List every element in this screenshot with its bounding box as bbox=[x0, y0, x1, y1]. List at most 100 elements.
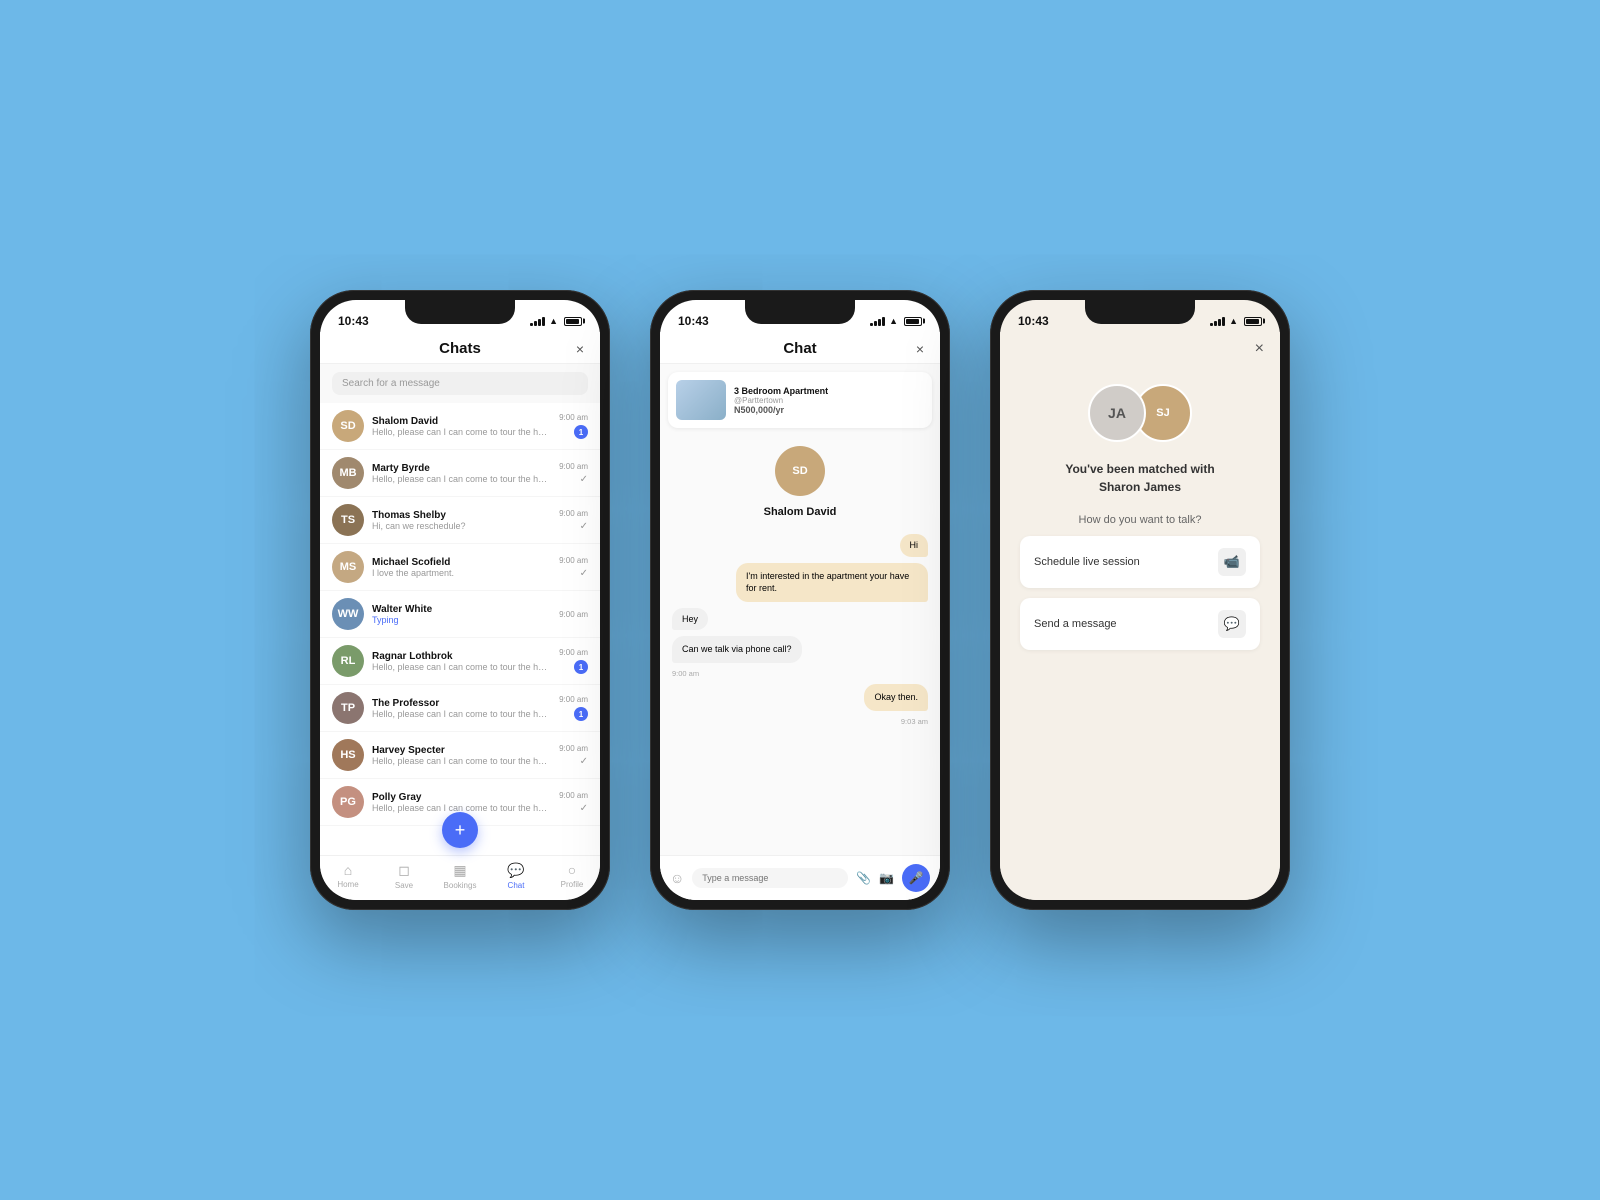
match-header: × bbox=[1000, 332, 1280, 364]
chat-item[interactable]: SDShalom DavidHello, please can I can co… bbox=[320, 403, 600, 450]
chats-title: Chats bbox=[439, 340, 481, 357]
status-icons-3: ▲ bbox=[1210, 316, 1262, 326]
attach-icon[interactable]: 📎 bbox=[856, 871, 871, 885]
chat-item[interactable]: MBMarty ByrdeHello, please can I can com… bbox=[320, 450, 600, 497]
chat-item[interactable]: TPThe ProfessorHello, please can I can c… bbox=[320, 685, 600, 732]
chat-item[interactable]: HS Harvey SpecterHello, please can I can … bbox=[320, 732, 600, 779]
chat-name: Marty Byrde bbox=[372, 463, 551, 474]
nav-bookings[interactable]: ▦ Bookings bbox=[432, 862, 488, 890]
chats-close-button[interactable]: × bbox=[576, 341, 584, 357]
chat-preview: Hello, please can I can come to tour the… bbox=[372, 709, 551, 719]
property-sub: @Parttertown bbox=[734, 396, 828, 405]
unread-badge: 1 bbox=[574, 660, 588, 674]
emoji-icon[interactable]: ☺ bbox=[670, 870, 684, 886]
notch1 bbox=[405, 300, 515, 324]
message-time: 9:03 am bbox=[901, 717, 928, 726]
nav-profile[interactable]: ○ Profile bbox=[544, 862, 600, 890]
chat-meta: 9:00 am✓ bbox=[559, 509, 588, 532]
message-input[interactable] bbox=[692, 868, 848, 888]
chat-meta: 9:00 am ✓ bbox=[559, 791, 588, 814]
phone3-screen: 10:43 ▲ × JA bbox=[1000, 300, 1280, 900]
chat-name: Harvey Specter bbox=[372, 745, 551, 756]
chat-meta: 9:00 am✓ bbox=[559, 462, 588, 485]
home-icon: ⌂ bbox=[344, 862, 352, 878]
chats-header: Chats × bbox=[320, 332, 600, 364]
phone1-screen: 10:43 ▲ Chats × Search for a message bbox=[320, 300, 600, 900]
chat-item[interactable]: MSMichael ScofieldI love the apartment.9… bbox=[320, 544, 600, 591]
contact-name: Shalom David bbox=[764, 506, 837, 518]
chat-item[interactable]: TSThomas ShelbyHi, can we reschedule?9:0… bbox=[320, 497, 600, 544]
camera-icon[interactable]: 📷 bbox=[879, 871, 894, 885]
chat-preview: Hello, please can I can come to tour the… bbox=[372, 427, 551, 437]
nav-save-label: Save bbox=[395, 881, 413, 890]
chat-avatar: TS bbox=[332, 504, 364, 536]
schedule-session-card[interactable]: Schedule live session 📹 bbox=[1020, 536, 1260, 588]
property-info: 3 Bedroom Apartment @Parttertown N500,00… bbox=[734, 386, 828, 415]
match-line1: You've been matched with bbox=[1065, 462, 1214, 476]
match-line2: Sharon James bbox=[1099, 480, 1181, 494]
voice-button[interactable]: 🎤 bbox=[902, 864, 930, 892]
chat-preview: Typing bbox=[372, 615, 551, 625]
signal-icon-2 bbox=[870, 317, 885, 326]
status-icons-2: ▲ bbox=[870, 316, 922, 326]
chat-time: 9:00 am bbox=[559, 744, 588, 753]
chat-name: Shalom David bbox=[372, 416, 551, 427]
nav-home-label: Home bbox=[337, 880, 358, 889]
user2-initials: SJ bbox=[1156, 407, 1169, 419]
chat-meta: 9:00 am1 bbox=[559, 648, 588, 674]
property-card[interactable]: 3 Bedroom Apartment @Parttertown N500,00… bbox=[668, 372, 932, 428]
status-time-2: 10:43 bbox=[678, 314, 709, 328]
read-check: ✓ bbox=[580, 521, 588, 532]
nav-save[interactable]: ◻ Save bbox=[376, 862, 432, 890]
chat-input-bar: ☺ 📎 📷 🎤 bbox=[660, 855, 940, 900]
chat-item[interactable]: WWWalter WhiteTyping9:00 am bbox=[320, 591, 600, 638]
message-item: Hey bbox=[672, 608, 708, 631]
nav-chat[interactable]: 💬 Chat bbox=[488, 862, 544, 890]
contact-initials: SD bbox=[792, 465, 807, 477]
chat-info: Ragnar LothbrokHello, please can I can c… bbox=[372, 651, 551, 672]
match-avatars: JA SJ bbox=[1088, 384, 1192, 442]
wifi-icon-3: ▲ bbox=[1229, 316, 1238, 326]
bookings-icon: ▦ bbox=[453, 862, 466, 879]
chat-info: Marty ByrdeHello, please can I can come … bbox=[372, 463, 551, 484]
battery-icon-2 bbox=[904, 317, 922, 326]
chat-name: Polly Gray bbox=[372, 792, 551, 803]
send-message-card[interactable]: Send a message 💬 bbox=[1020, 598, 1260, 650]
phone-chat: 10:43 ▲ Chat × 3 Bedroom Apart bbox=[650, 290, 950, 910]
nav-bookings-label: Bookings bbox=[444, 881, 477, 890]
chat-time: 9:00 am bbox=[559, 413, 588, 422]
property-name: 3 Bedroom Apartment bbox=[734, 386, 828, 396]
chat-item[interactable]: RL Ragnar LothbrokHello, please can I can… bbox=[320, 638, 600, 685]
chat-avatar: PG bbox=[332, 786, 364, 818]
chat-avatar: HS bbox=[332, 739, 364, 771]
nav-chat-label: Chat bbox=[508, 881, 525, 890]
chat-preview: Hello, please can I can come to tour the… bbox=[372, 662, 551, 672]
property-price: N500,000/yr bbox=[734, 405, 828, 415]
match-close-button[interactable]: × bbox=[1255, 340, 1264, 358]
user1-initials: JA bbox=[1108, 405, 1126, 421]
messages-list: Hi I'm interested in the apartment your … bbox=[672, 534, 928, 726]
send-message-label: Send a message bbox=[1034, 618, 1117, 630]
chat-nav-icon: 💬 bbox=[507, 862, 524, 879]
chat-avatar: TP bbox=[332, 692, 364, 724]
chat-close-button[interactable]: × bbox=[916, 341, 924, 357]
chat-meta: 9:00 am✓ bbox=[559, 556, 588, 579]
battery-icon-3 bbox=[1244, 317, 1262, 326]
signal-icon-3 bbox=[1210, 317, 1225, 326]
chat-meta: 9:00 am✓ bbox=[559, 744, 588, 767]
read-check: ✓ bbox=[580, 803, 588, 814]
chat-avatar: MS bbox=[332, 551, 364, 583]
nav-home[interactable]: ⌂ Home bbox=[320, 862, 376, 890]
chat-preview: Hi, can we reschedule? bbox=[372, 521, 551, 531]
video-call-icon: 📹 bbox=[1218, 548, 1246, 576]
chat-avatar: WW bbox=[332, 598, 364, 630]
chat-time: 9:00 am bbox=[559, 791, 588, 800]
chat-meta: 9:00 am bbox=[559, 610, 588, 619]
chat-preview: Hello, please can I can come to tour the… bbox=[372, 803, 551, 813]
chat-info: Harvey SpecterHello, please can I can co… bbox=[372, 745, 551, 766]
fab-button[interactable]: + bbox=[442, 812, 478, 848]
chat-avatar: RL bbox=[332, 645, 364, 677]
unread-badge: 1 bbox=[574, 707, 588, 721]
search-bar[interactable]: Search for a message bbox=[332, 372, 588, 395]
message-icon: 💬 bbox=[1218, 610, 1246, 638]
